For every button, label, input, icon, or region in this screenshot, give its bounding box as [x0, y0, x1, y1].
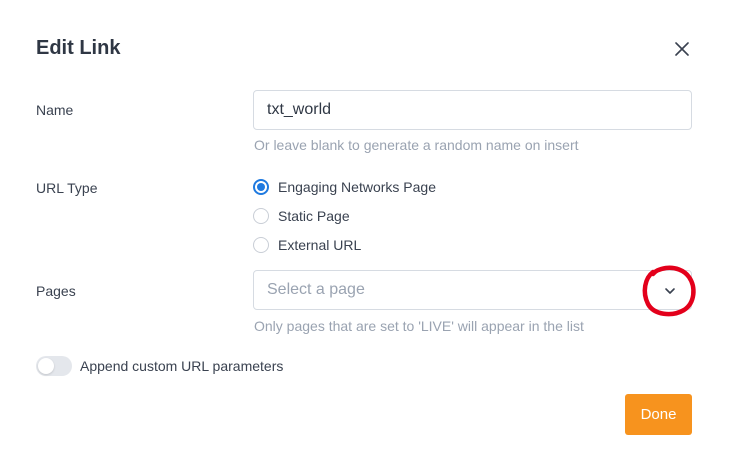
- chevron-down-icon[interactable]: [663, 284, 677, 298]
- radio-button[interactable]: [253, 237, 269, 253]
- close-button[interactable]: [671, 38, 693, 60]
- radio-static-page[interactable]: Static Page: [253, 208, 350, 224]
- close-icon: [675, 42, 689, 56]
- append-params-toggle-row[interactable]: Append custom URL parameters: [36, 356, 283, 376]
- pages-select[interactable]: Select a page: [253, 270, 692, 310]
- edit-link-dialog: Edit Link Name txt_world Or leave blank …: [0, 0, 730, 470]
- done-button[interactable]: Done: [625, 394, 692, 435]
- pages-help-text: Only pages that are set to 'LIVE' will a…: [254, 318, 584, 334]
- radio-button[interactable]: [253, 208, 269, 224]
- name-label: Name: [36, 102, 74, 118]
- pages-label: Pages: [36, 283, 76, 299]
- append-params-toggle[interactable]: [36, 356, 72, 376]
- name-input-value: txt_world: [267, 101, 332, 118]
- radio-external-url[interactable]: External URL: [253, 237, 361, 253]
- radio-label: External URL: [278, 237, 362, 253]
- append-params-label: Append custom URL parameters: [80, 358, 284, 374]
- radio-engaging-networks-page[interactable]: Engaging Networks Page: [253, 179, 436, 195]
- pages-select-placeholder: Select a page: [267, 281, 365, 298]
- name-input[interactable]: txt_world: [253, 90, 692, 130]
- radio-label: Static Page: [278, 208, 350, 224]
- url-type-label: URL Type: [36, 180, 98, 196]
- name-help-text: Or leave blank to generate a random name…: [254, 137, 579, 153]
- radio-label: Engaging Networks Page: [278, 179, 436, 195]
- radio-button-checked[interactable]: [253, 179, 269, 195]
- dialog-title: Edit Link: [36, 37, 121, 59]
